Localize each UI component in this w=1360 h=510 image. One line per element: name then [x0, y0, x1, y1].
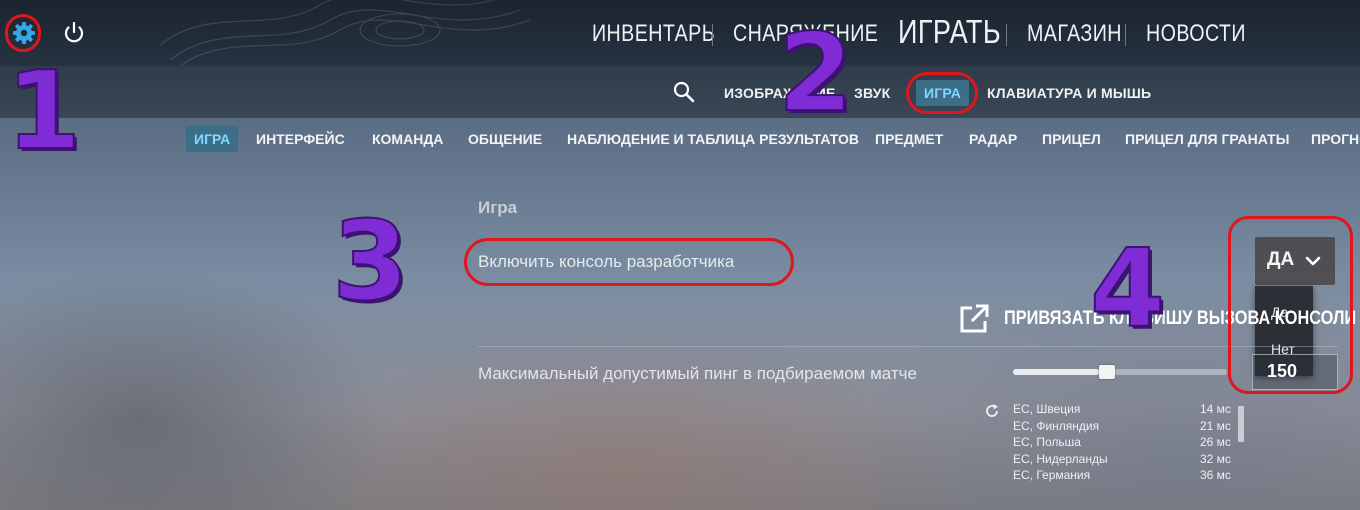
main-nav: ИНВЕНТАРЬ СНАРЯЖЕНИЕ ИГРАТЬ МАГАЗИН НОВО…: [0, 12, 1360, 54]
tab-keyboard-mouse[interactable]: КЛАВИАТУРА И МЫШЬ: [987, 80, 1151, 106]
nav-inventory[interactable]: ИНВЕНТАРЬ: [592, 14, 715, 54]
category-hud[interactable]: ИНТЕРФЕЙС: [256, 126, 345, 152]
nav-separator: [1006, 24, 1007, 46]
server-name: ЕС, Швеция: [1013, 402, 1081, 416]
slider-fill: [1013, 369, 1099, 375]
category-prediction[interactable]: ПРОГНОЗ: [1311, 126, 1360, 152]
category-item[interactable]: ПРЕДМЕТ: [875, 126, 943, 152]
annotation-number-4: 4: [1089, 227, 1166, 352]
server-ping: 21 мс: [1200, 418, 1231, 433]
refresh-icon[interactable]: [984, 403, 1000, 419]
server-name: ЕС, Германия: [1013, 468, 1091, 482]
annotation-ring-dev-console: [464, 238, 794, 286]
annotation-number-2: 2: [777, 11, 854, 136]
server-row: ЕС, Нидерланды 32 мс: [1013, 452, 1238, 469]
category-communication[interactable]: ОБЩЕНИЕ: [468, 126, 542, 152]
nav-store[interactable]: МАГАЗИН: [1027, 14, 1122, 54]
nav-play[interactable]: ИГРАТЬ: [898, 12, 1001, 52]
server-row: ЕС, Германия 36 мс: [1013, 468, 1238, 485]
slider-handle[interactable]: [1098, 365, 1115, 379]
max-ping-label: Максимальный допустимый пинг в подбираем…: [478, 364, 917, 383]
annotation-ring-dropdown: [1228, 216, 1353, 394]
server-ping: 26 мс: [1200, 435, 1231, 449]
annotation-number-1: 1: [5, 49, 82, 174]
server-list-scrollbar[interactable]: [1238, 406, 1244, 442]
section-title: Игра: [478, 198, 518, 217]
server-name: ЕС, Финляндия: [1013, 418, 1100, 433]
settings-tab-bar: ИЗОБРАЖЕНИЕ ЗВУК ИГРА КЛАВИАТУРА И МЫШЬ: [0, 66, 1360, 118]
category-grenade-crosshair[interactable]: ПРИЦЕЛ ДЛЯ ГРАНАТЫ: [1125, 126, 1289, 152]
server-row: ЕС, Швеция 14 мс: [1013, 402, 1238, 419]
nav-separator: [712, 24, 713, 46]
annotation-ring-game-tab: [906, 72, 978, 114]
category-radar[interactable]: РАДАР: [969, 126, 1017, 152]
server-ping-list: ЕС, Швеция 14 мс ЕС, Финляндия 21 мс ЕС, П…: [1013, 402, 1238, 485]
server-ping: 36 мс: [1200, 468, 1231, 482]
server-ping: 14 мс: [1200, 402, 1231, 416]
server-ping: 32 мс: [1200, 451, 1231, 466]
server-row: ЕС, Польша 26 мс: [1013, 435, 1238, 452]
category-game[interactable]: ИГРА: [186, 126, 239, 152]
server-name: ЕС, Польша: [1013, 435, 1081, 449]
external-link-icon: [960, 304, 989, 333]
category-crosshair[interactable]: ПРИЦЕЛ: [1042, 126, 1101, 152]
server-name: ЕС, Нидерланды: [1013, 451, 1108, 466]
nav-news[interactable]: НОВОСТИ: [1146, 14, 1246, 54]
annotation-ring-settings: [5, 14, 41, 52]
server-row: ЕС, Финляндия 21 мс: [1013, 419, 1238, 436]
category-tabs: ИГРА ИНТЕРФЕЙС КОМАНДА ОБЩЕНИЕ НАБЛЮДЕНИ…: [0, 122, 1360, 154]
divider: [478, 346, 1338, 347]
category-team[interactable]: КОМАНДА: [372, 126, 443, 152]
nav-separator: [1125, 24, 1126, 46]
annotation-number-3: 3: [331, 197, 410, 325]
max-ping-slider[interactable]: [1013, 365, 1227, 379]
top-bar: ИНВЕНТАРЬ СНАРЯЖЕНИЕ ИГРАТЬ МАГАЗИН НОВО…: [0, 0, 1360, 66]
tab-audio[interactable]: ЗВУК: [854, 80, 890, 106]
search-icon[interactable]: [673, 81, 695, 103]
